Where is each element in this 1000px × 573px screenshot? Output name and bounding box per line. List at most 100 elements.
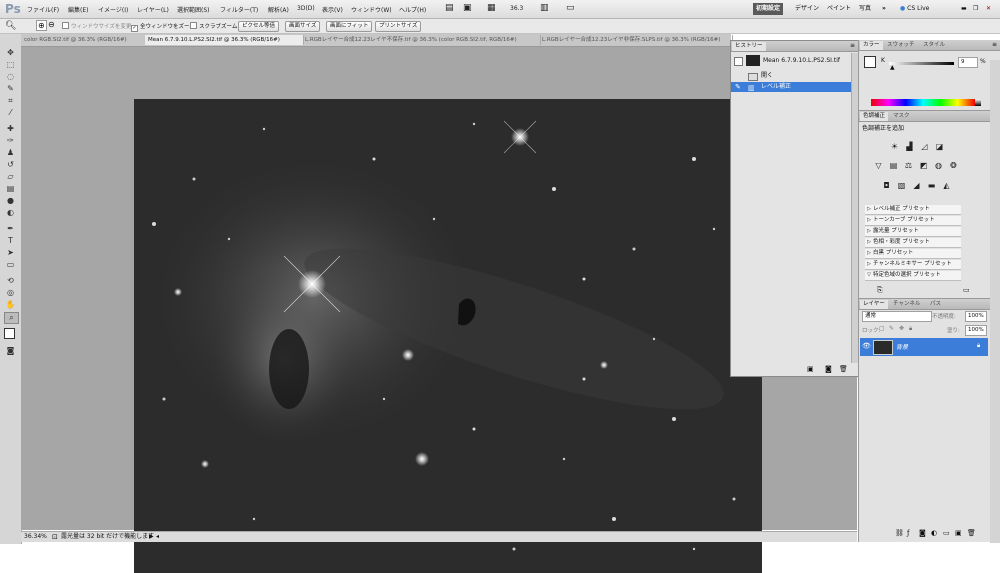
gradient-map-icon[interactable]: ▬ <box>926 181 937 191</box>
selective-color-icon[interactable]: ◭ <box>941 181 952 191</box>
layer-style-icon[interactable]: ƒ <box>907 529 909 537</box>
preset-channel-mixer[interactable]: ▷ チャンネルミキサー プリセット <box>865 260 961 270</box>
path-select-tool-icon[interactable]: ➤ <box>4 248 17 258</box>
photo-filter-icon[interactable]: ◍ <box>933 161 944 171</box>
vibrance-icon[interactable]: ▽ <box>873 161 884 171</box>
eyedropper-tool-icon[interactable]: ⁄ <box>4 108 17 118</box>
eraser-tool-icon[interactable]: ▱ <box>4 172 17 182</box>
menu-window[interactable]: ウィンドウ(W) <box>351 5 392 14</box>
document-canvas[interactable] <box>134 99 762 573</box>
minibridge-icon[interactable]: ▣ <box>463 3 472 13</box>
tab-document-2[interactable]: Mean 6.7.9.10.L.PS2.SI2.tif @ 36.3% (RGB… <box>145 35 304 45</box>
lasso-tool-icon[interactable]: ◌ <box>4 72 17 82</box>
zoom-level[interactable]: 36.3 <box>510 5 523 12</box>
add-mask-icon[interactable]: ◙ <box>919 529 926 537</box>
status-info-icon[interactable]: ⊡ <box>52 533 58 541</box>
adjustments-footer-icon[interactable]: ⎘ <box>877 286 883 295</box>
menu-select[interactable]: 選択範囲(S) <box>177 5 210 14</box>
tab-document-4[interactable]: L.RGBレイヤー合成12.23レイヤ非保存.SLPS.tif @ 36.3% … <box>539 35 733 45</box>
gray-ramp[interactable] <box>975 99 981 106</box>
exposure-icon[interactable]: ◪ <box>934 142 945 152</box>
foreground-swatch[interactable] <box>864 56 876 68</box>
preset-selective-color[interactable]: ▽ 特定色域の選択 プリセット <box>865 271 961 281</box>
status-menu-arrow-icon[interactable]: ▶ <box>149 533 154 541</box>
bridge-icon[interactable]: ▤ <box>445 3 454 13</box>
marquee-tool-icon[interactable]: ⬚ <box>4 60 17 70</box>
menu-help[interactable]: ヘルプ(H) <box>399 5 426 14</box>
resize-windows-checkbox[interactable]: ウィンドウサイズを変更 <box>62 22 131 30</box>
curves-icon[interactable]: ◿ <box>919 142 930 152</box>
shape-tool-icon[interactable]: ▭ <box>4 260 17 270</box>
history-brush-source-icon[interactable]: ✎ <box>735 82 741 92</box>
fill-field[interactable]: 100% <box>965 325 987 336</box>
preset-black-white[interactable]: ▷ 白黒 プリセット <box>865 249 961 259</box>
layer-name[interactable]: 背景 <box>896 342 908 351</box>
hand-tool-icon[interactable]: ✋ <box>4 300 17 310</box>
workspace-design[interactable]: デザイン <box>792 3 822 15</box>
trash-icon[interactable]: 🗑︎ <box>839 365 848 373</box>
tab-channels[interactable]: チャンネル <box>890 300 923 309</box>
menu-image[interactable]: イメージ(I) <box>98 5 128 14</box>
zoom-tool-icon[interactable]: 🔍︎ <box>5 21 16 31</box>
threshold-icon[interactable]: ◢ <box>911 181 922 191</box>
k-value-field[interactable]: 9 <box>958 57 978 68</box>
new-snapshot-icon[interactable]: ◙ <box>825 365 832 373</box>
quick-select-tool-icon[interactable]: ✎ <box>4 84 17 94</box>
posterize-icon[interactable]: ▧ <box>896 181 907 191</box>
screen-mode-icon[interactable]: ▭ <box>566 3 575 13</box>
3d-rotate-tool-icon[interactable]: ⟲ <box>4 276 17 286</box>
opacity-field[interactable]: 100% <box>965 311 987 322</box>
tab-document-3[interactable]: L.RGBレイヤー合成12.23レイヤ不保存.tif @ 36.3% (colo… <box>302 35 541 45</box>
cs-live-button[interactable]: ● CS Live <box>897 3 932 15</box>
channel-mixer-icon[interactable]: ❂ <box>948 161 959 171</box>
black-white-icon[interactable]: ◩ <box>918 161 929 171</box>
blend-mode-select[interactable]: 通常 <box>862 311 932 322</box>
healing-brush-tool-icon[interactable]: ✚ <box>4 124 17 134</box>
workspace-default[interactable]: 初期設定 <box>753 3 784 15</box>
panel-menu-icon[interactable]: ≡ <box>850 42 855 49</box>
menu-3d[interactable]: 3D(D) <box>297 5 315 12</box>
workspace-paint[interactable]: ペイント <box>824 3 854 15</box>
lock-all-icon[interactable]: 🔒︎ <box>909 325 912 333</box>
tab-paths[interactable]: パス <box>927 300 944 309</box>
quick-mask-icon[interactable]: ◙ <box>4 346 17 356</box>
tab-styles[interactable]: スタイル <box>920 41 948 50</box>
restore-icon[interactable]: ❐ <box>970 3 981 15</box>
hue-saturation-icon[interactable]: ▤ <box>888 161 899 171</box>
collapsed-panel-strip[interactable] <box>990 60 1000 543</box>
new-group-icon[interactable]: ▭ <box>943 529 950 537</box>
levels-icon[interactable]: ▟ <box>904 142 915 152</box>
history-brush-tool-icon[interactable]: ↺ <box>4 160 17 170</box>
tab-layers[interactable]: レイヤー <box>860 300 888 309</box>
preset-curves[interactable]: ▷ トーンカーブ プリセット <box>865 216 961 226</box>
zoom-tool-active-icon[interactable]: ⌕ <box>4 312 19 324</box>
menu-view[interactable]: 表示(V) <box>322 5 343 14</box>
pen-tool-icon[interactable]: ✒ <box>4 224 17 234</box>
scrubby-zoom-checkbox[interactable]: スクラブズーム <box>190 22 237 30</box>
new-layer-icon[interactable]: ▣ <box>955 529 962 537</box>
brush-tool-icon[interactable]: ✑ <box>4 136 17 146</box>
preset-exposure[interactable]: ▷ 露光量 プリセット <box>865 227 961 237</box>
tab-swatches[interactable]: スウォッチ <box>884 41 918 50</box>
3d-orbit-tool-icon[interactable]: ◎ <box>4 288 17 298</box>
menu-edit[interactable]: 編集(E) <box>68 5 88 14</box>
crop-tool-icon[interactable]: ⌗ <box>4 96 17 106</box>
adjustments-footer-icon-2[interactable]: ▭ <box>963 286 970 294</box>
slider-thumb-icon[interactable]: ▲ <box>890 64 895 71</box>
actual-pixels-button[interactable]: ピクセル等倍 <box>238 21 280 32</box>
foreground-color-swatch[interactable] <box>4 328 15 339</box>
history-snapshot[interactable]: Mean 6.7.9.10.L.PS2.SI.tif <box>731 54 852 68</box>
gradient-tool-icon[interactable]: ▤ <box>4 184 17 194</box>
workspace-photo[interactable]: 写真 <box>856 3 874 15</box>
layer-row-background[interactable]: 👁︎ 背景 🔒︎ <box>860 338 988 356</box>
delete-layer-icon[interactable]: 🗑︎ <box>967 529 976 537</box>
lock-image-icon[interactable]: ✎ <box>889 325 894 332</box>
zoom-out-icon[interactable]: ⊖ <box>48 20 55 29</box>
preset-hue-saturation[interactable]: ▷ 色相・彩度 プリセット <box>865 238 961 248</box>
print-size-button[interactable]: プリントサイズ <box>375 21 422 32</box>
menu-analysis[interactable]: 解析(A) <box>268 5 289 14</box>
tab-adjustments[interactable]: 色調補正 <box>860 112 889 121</box>
k-slider[interactable] <box>889 62 954 65</box>
invert-icon[interactable]: ◘ <box>881 181 892 191</box>
panel-menu-icon[interactable]: ≡ <box>992 41 997 48</box>
